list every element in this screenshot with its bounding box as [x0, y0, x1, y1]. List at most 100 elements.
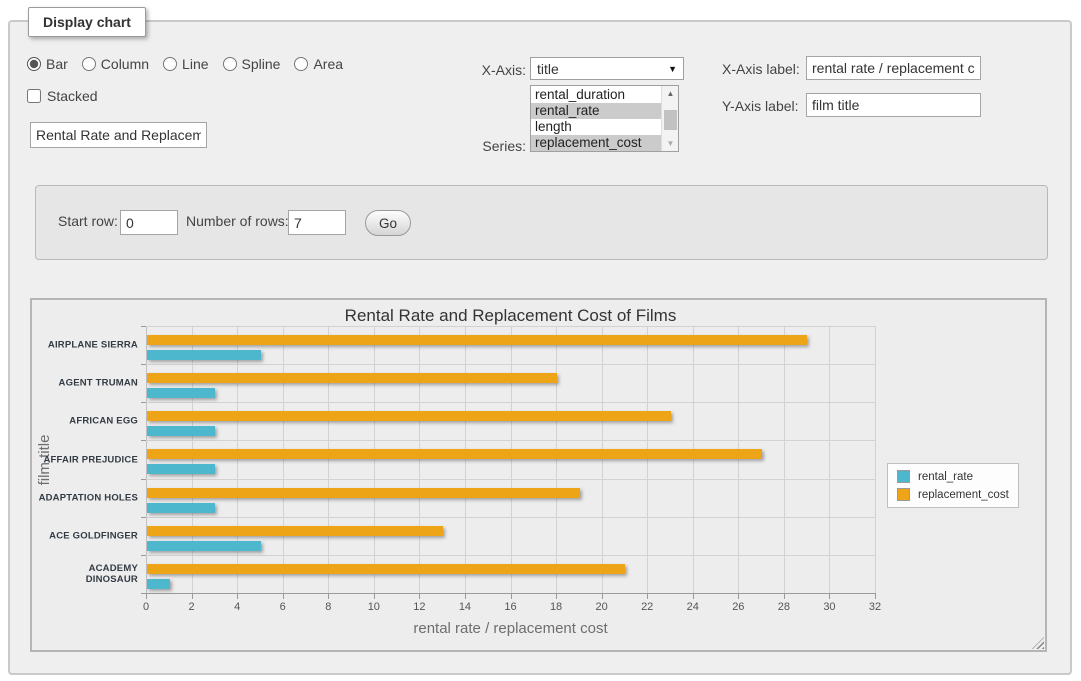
axis-tick	[556, 594, 557, 599]
axis-tick	[647, 594, 648, 599]
y-axis-label-input[interactable]	[806, 93, 981, 117]
chart-type-radio-area[interactable]	[294, 57, 308, 71]
legend-label: replacement_cost	[918, 489, 1009, 501]
gridline	[784, 326, 785, 593]
x-tick-label: 2	[189, 601, 195, 613]
series-listbox[interactable]: rental_durationrental_ratelengthreplacem…	[530, 85, 679, 152]
chart-title-input[interactable]	[30, 122, 207, 148]
chart-type-radio-group: BarColumnLineSplineArea	[27, 56, 343, 72]
x-axis-title: rental rate / replacement cost	[146, 620, 875, 637]
y-axis-label-label: Y-Axis label:	[722, 98, 799, 114]
axis-tick	[328, 594, 329, 599]
gridline	[829, 326, 830, 593]
chevron-down-icon: ▼	[668, 64, 677, 74]
gridline	[328, 326, 329, 593]
chart-type-radio-line[interactable]	[163, 57, 177, 71]
listbox-scrollbar[interactable]: ▲ ▼	[661, 86, 678, 151]
stacked-checkbox[interactable]	[27, 89, 41, 103]
gridline	[465, 326, 466, 593]
start-row-input[interactable]	[120, 210, 178, 235]
series-option-rental_duration[interactable]: rental_duration	[531, 87, 661, 103]
bar-rental_rate[interactable]	[147, 350, 261, 360]
axis-tick	[693, 594, 694, 599]
series-options: rental_durationrental_ratelengthreplacem…	[531, 87, 661, 151]
bar-replacement_cost[interactable]	[147, 564, 625, 574]
scroll-up-icon[interactable]: ▲	[662, 86, 679, 101]
bar-rental_rate[interactable]	[147, 388, 215, 398]
chart-type-radio-column[interactable]	[82, 57, 96, 71]
chart-type-radio-spline[interactable]	[223, 57, 237, 71]
x-tick-label: 12	[413, 601, 425, 613]
gridline	[738, 326, 739, 593]
chart-type-label: Area	[313, 56, 343, 72]
axis-tick	[141, 517, 146, 518]
gridline	[237, 326, 238, 593]
bar-replacement_cost[interactable]	[147, 526, 443, 536]
x-axis-line	[146, 593, 876, 594]
chart-type-option-column: Column	[82, 56, 149, 72]
bar-rental_rate[interactable]	[147, 503, 215, 513]
x-tick-label: 24	[687, 601, 699, 613]
legend-label: rental_rate	[918, 471, 973, 483]
bar-replacement_cost[interactable]	[147, 373, 557, 383]
axis-tick	[237, 594, 238, 599]
axis-tick	[738, 594, 739, 599]
category-label: AIRPLANE SIERRA	[34, 340, 138, 351]
legend-item-rental_rate[interactable]: rental_rate	[897, 470, 1009, 483]
scroll-down-icon[interactable]: ▼	[662, 136, 679, 151]
x-tick-label: 16	[504, 601, 516, 613]
resize-handle-icon[interactable]	[1032, 637, 1044, 649]
display-chart-legend: Display chart	[28, 7, 146, 37]
x-axis-select-label: X-Axis:	[460, 62, 526, 78]
gridline	[283, 326, 284, 593]
axis-tick	[141, 326, 146, 327]
x-tick-label: 10	[368, 601, 380, 613]
go-button[interactable]: Go	[365, 210, 411, 236]
bar-rental_rate[interactable]	[147, 579, 170, 589]
number-of-rows-input[interactable]	[288, 210, 346, 235]
bar-replacement_cost[interactable]	[147, 449, 762, 459]
axis-tick	[192, 594, 193, 599]
bar-rental_rate[interactable]	[147, 464, 215, 474]
bar-replacement_cost[interactable]	[147, 488, 580, 498]
axis-tick	[141, 440, 146, 441]
axis-tick	[784, 594, 785, 599]
bar-replacement_cost[interactable]	[147, 411, 671, 421]
page: Display chart BarColumnLineSplineArea St…	[0, 0, 1081, 681]
number-of-rows-label: Number of rows:	[186, 213, 289, 229]
x-tick-label: 6	[280, 601, 286, 613]
chart-title: Rental Rate and Replacement Cost of Film…	[146, 306, 875, 326]
chart-type-label: Spline	[242, 56, 281, 72]
x-tick-label: 0	[143, 601, 149, 613]
x-tick-label: 26	[732, 601, 744, 613]
gridline	[146, 479, 875, 480]
series-option-length[interactable]: length	[531, 119, 661, 135]
axis-tick	[829, 594, 830, 599]
legend-swatch-replacement_cost	[897, 488, 910, 501]
gridline	[146, 364, 875, 365]
legend-item-replacement_cost[interactable]: replacement_cost	[897, 488, 1009, 501]
x-axis-label-label: X-Axis label:	[722, 61, 800, 77]
series-option-rental_rate[interactable]: rental_rate	[531, 103, 661, 119]
chart-type-label: Column	[101, 56, 149, 72]
x-tick-label: 22	[641, 601, 653, 613]
axis-tick	[419, 594, 420, 599]
stacked-label: Stacked	[47, 88, 98, 104]
bar-rental_rate[interactable]	[147, 541, 261, 551]
scrollbar-thumb[interactable]	[664, 110, 677, 130]
x-tick-label: 20	[596, 601, 608, 613]
gridline	[647, 326, 648, 593]
series-option-replacement_cost[interactable]: replacement_cost	[531, 135, 661, 151]
x-tick-label: 30	[823, 601, 835, 613]
x-axis-select[interactable]: title ▼	[530, 57, 684, 80]
axis-tick	[141, 364, 146, 365]
bar-rental_rate[interactable]	[147, 426, 215, 436]
chart-type-radio-bar[interactable]	[27, 57, 41, 71]
axis-tick	[374, 594, 375, 599]
x-tick-label: 28	[778, 601, 790, 613]
x-tick-label: 18	[550, 601, 562, 613]
bar-replacement_cost[interactable]	[147, 335, 807, 345]
gridline	[146, 402, 875, 403]
x-axis-label-input[interactable]	[806, 56, 981, 80]
start-row-label: Start row:	[58, 213, 118, 229]
